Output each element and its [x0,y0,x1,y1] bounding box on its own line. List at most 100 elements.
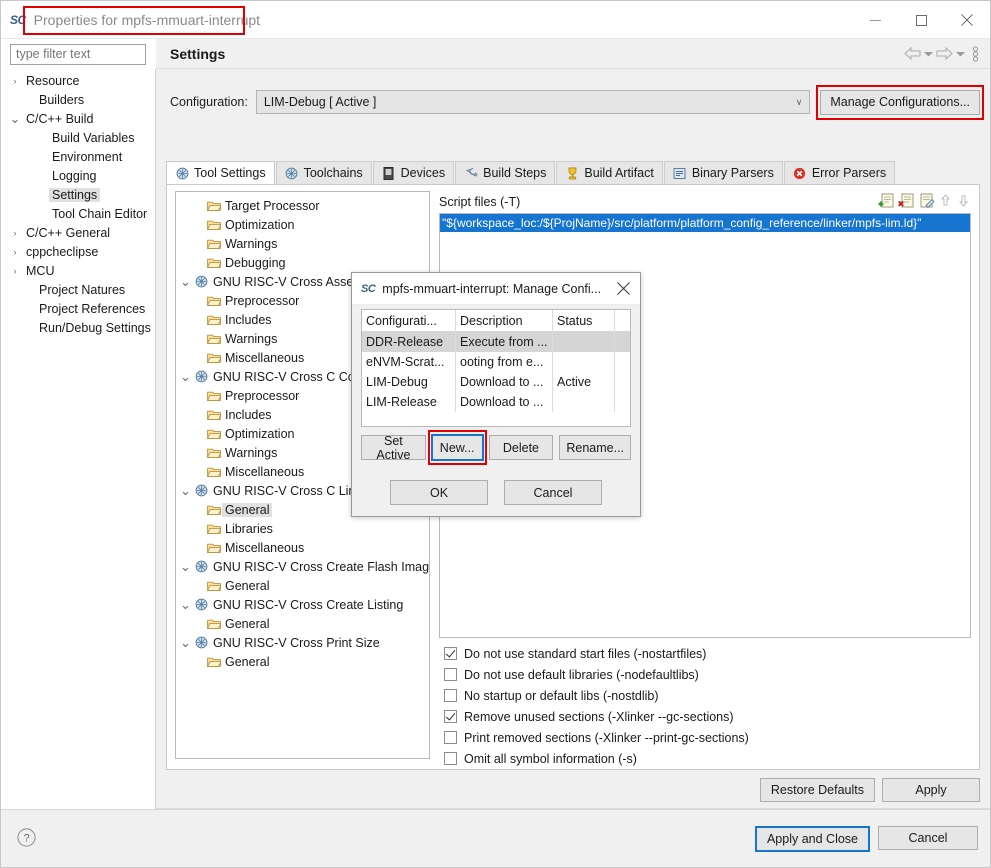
configuration-status [553,352,615,372]
more-menu-icon[interactable] [972,45,979,62]
edit-script-icon[interactable] [918,193,935,211]
tool-tree-item[interactable]: ⌄ GNU RISC-V Cross Create Listing [176,595,429,614]
apply-and-close-button[interactable]: Apply and Close [754,825,870,852]
chevron-right-icon[interactable]: › [7,76,23,86]
tool-tree-item[interactable]: Warnings [176,234,429,253]
chevron-down-icon[interactable]: ⌄ [178,636,193,649]
checkbox[interactable] [444,668,457,681]
back-dropdown-icon[interactable] [923,50,934,58]
restore-defaults-button[interactable]: Restore Defaults [759,778,875,802]
forward-dropdown-icon[interactable] [955,50,966,58]
checkbox[interactable] [444,689,457,702]
manage-configurations-button[interactable]: Manage Configurations... [820,89,980,115]
chevron-down-icon[interactable]: ⌄ [178,560,193,573]
tab-toolchains[interactable]: Toolchains [275,161,372,184]
tab-build-artifact[interactable]: Build Artifact [556,161,663,184]
chevron-right-icon[interactable]: › [7,266,23,276]
rename-button[interactable]: Rename... [559,435,632,460]
folder-icon [205,541,222,554]
window-title: Properties for mpfs-mmuart-interrupt [33,11,261,28]
add-script-icon[interactable] [878,193,895,211]
tool-tree-item-label: Optimization [225,426,295,441]
tool-tree-item[interactable]: ⌄ GNU RISC-V Cross Create Flash Image [176,557,429,576]
tool-tree-item[interactable]: Target Processor [176,196,429,215]
back-arrow-icon[interactable] [904,47,921,60]
sidebar-item-environment[interactable]: Environment [1,147,155,166]
script-file-entry[interactable]: "${workspace_loc:/${ProjName}/src/platfo… [440,214,970,232]
modal-cancel-button[interactable]: Cancel [504,480,602,505]
configuration-select[interactable]: LIM-Debug [ Active ] ∨ [255,90,811,114]
sidebar-item-label: Resource [26,73,80,88]
checkbox[interactable] [444,731,457,744]
sidebar-item-resource[interactable]: › Resource [1,71,155,90]
checkbox[interactable] [444,710,457,723]
sidebar-item-run-debug-settings[interactable]: Run/Debug Settings [1,318,155,337]
page-title: Settings [170,45,226,62]
tool-tree-item[interactable]: General [176,576,429,595]
tab-build-steps[interactable]: Build Steps [455,161,556,184]
forward-arrow-icon[interactable] [936,47,953,60]
delete-script-icon[interactable] [898,193,915,211]
tab-devices[interactable]: Devices [372,161,455,184]
filter-input[interactable] [10,43,146,65]
linker-option-row[interactable]: Omit all symbol information (-s) [439,748,971,769]
apply-button[interactable]: Apply [882,778,980,802]
chevron-down-icon[interactable]: ⌄ [178,370,193,383]
chevron-down-icon[interactable]: ⌄ [7,112,23,125]
tool-tree-item[interactable]: General [176,652,429,671]
sidebar-item-project-references[interactable]: Project References [1,299,155,318]
tool-tree-item[interactable]: General [176,614,429,633]
close-icon[interactable] [944,1,990,39]
configuration-row[interactable]: LIM-Release Download to ... [362,392,630,412]
checkbox[interactable] [444,752,457,765]
new-button[interactable]: New... [430,434,484,461]
sidebar-item-logging[interactable]: Logging [1,166,155,185]
configuration-row[interactable]: LIM-Debug Download to ... Active [362,372,630,392]
chevron-down-icon[interactable]: ⌄ [178,598,193,611]
checkbox[interactable] [444,647,457,660]
set-active-button[interactable]: Set Active [361,434,426,462]
tab-tool-settings[interactable]: Tool Settings [166,161,275,184]
sidebar-item-build-variables[interactable]: Build Variables [1,128,155,147]
delete-button[interactable]: Delete [488,435,554,460]
configuration-row[interactable]: eNVM-Scrat... ooting from e... [362,352,630,372]
tool-tree-item-label: General [225,578,270,593]
tool-tree-item-label: Warnings [225,236,278,251]
sidebar-item-tool-chain-editor[interactable]: Tool Chain Editor [1,204,155,223]
sidebar-item-project-natures[interactable]: Project Natures [1,280,155,299]
chevron-right-icon[interactable]: › [7,228,23,238]
sidebar-item-settings[interactable]: Settings [1,185,155,204]
linker-option-row[interactable]: Remove unused sections (-Xlinker --gc-se… [439,706,971,727]
modal-close-icon[interactable] [606,273,640,305]
sidebar-item-c-c-general[interactable]: › C/C++ General [1,223,155,242]
tool-tree-item[interactable]: Miscellaneous [176,538,429,557]
settings-tabs[interactable]: Tool Settings Toolchains Devices Build Step… [166,161,980,185]
configuration-description: Download to ... [456,372,553,392]
linker-option-row[interactable]: Print removed sections (-Xlinker --print… [439,727,971,748]
modal-ok-button[interactable]: OK [390,480,488,505]
chevron-right-icon[interactable]: › [7,247,23,257]
help-icon[interactable]: ? [17,827,36,850]
binary-parsers-icon [673,166,687,180]
tool-tree-item[interactable]: Debugging [176,253,429,272]
chevron-down-icon[interactable]: ⌄ [178,275,193,288]
maximize-icon[interactable] [898,1,944,39]
configurations-table[interactable]: Configurati... Description Status DDR-Re… [361,309,631,427]
cancel-button[interactable]: Cancel [878,825,978,850]
chevron-down-icon[interactable]: ⌄ [178,484,193,497]
tool-tree-item[interactable]: Libraries [176,519,429,538]
sidebar-item-c-c-build[interactable]: ⌄ C/C++ Build [1,109,155,128]
tab-error-parsers[interactable]: Error Parsers [783,161,896,184]
tool-tree-item[interactable]: ⌄ GNU RISC-V Cross Print Size [176,633,429,652]
tab-binary-parsers[interactable]: Binary Parsers [663,161,783,184]
minimize-icon[interactable] [852,1,898,39]
linker-option-row[interactable]: Do not use standard start files (-nostar… [439,643,971,664]
sidebar-item-mcu[interactable]: › MCU [1,261,155,280]
linker-option-row[interactable]: No startup or default libs (-nostdlib) [439,685,971,706]
settings-tree[interactable]: › Resource Builders ⌄ C/C++ Build Build Varia… [1,69,156,809]
sidebar-item-builders[interactable]: Builders [1,90,155,109]
configuration-row[interactable]: DDR-Release Execute from ... [362,332,630,352]
sidebar-item-cppcheclipse[interactable]: › cppcheclipse [1,242,155,261]
linker-option-row[interactable]: Do not use default libraries (-nodefault… [439,664,971,685]
tool-tree-item[interactable]: Optimization [176,215,429,234]
